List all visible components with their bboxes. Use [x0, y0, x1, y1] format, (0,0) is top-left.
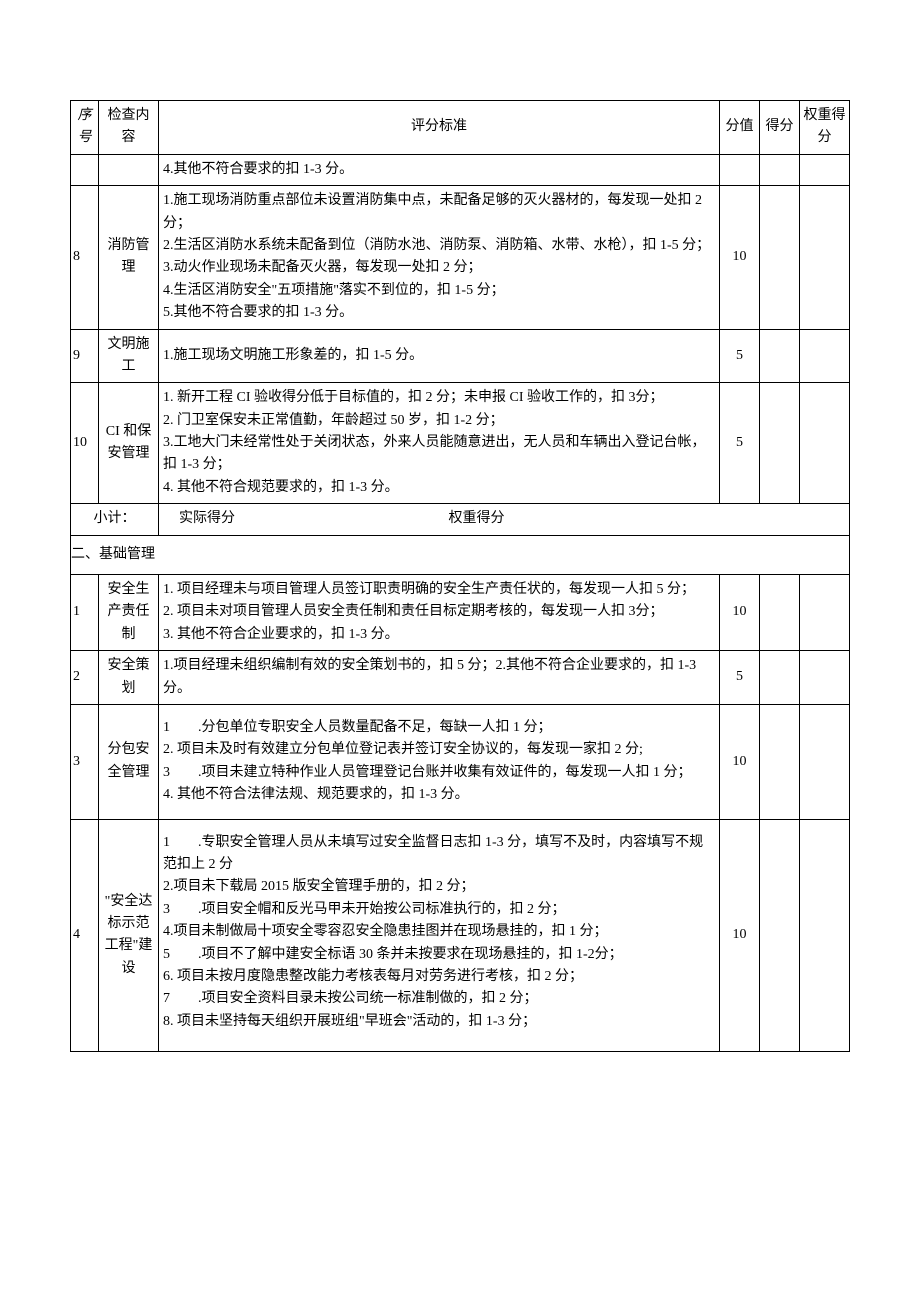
cell-score: 10 — [720, 819, 760, 1052]
cell-score: 5 — [720, 329, 760, 383]
cell-criteria: 1. 项目经理未与项目管理人员签订职责明确的安全生产责任状的，每发现一人扣 5 … — [159, 575, 720, 651]
cell-weight — [800, 704, 850, 819]
cell-seq — [71, 154, 99, 185]
cell-seq: 2 — [71, 651, 99, 705]
cell-got — [760, 651, 800, 705]
cell-weight — [800, 154, 850, 185]
cell-got — [760, 575, 800, 651]
cell-score: 5 — [720, 651, 760, 705]
table-row: 2 安全策划 1.项目经理未组织编制有效的安全策划书的，扣 5 分；2.其他不符… — [71, 651, 850, 705]
cell-criteria: 1 .专职安全管理人员从未填写过安全监督日志扣 1-3 分，填写不及时，内容填写… — [159, 819, 720, 1052]
cell-criteria: 1. 新开工程 CI 验收得分低于目标值的，扣 2 分；未申报 CI 验收工作的… — [159, 383, 720, 504]
cell-got — [760, 186, 800, 329]
cell-seq: 3 — [71, 704, 99, 819]
header-seq: 序号 — [71, 101, 99, 155]
table-row: 10 CI 和保安管理 1. 新开工程 CI 验收得分低于目标值的，扣 2 分；… — [71, 383, 850, 504]
cell-item: "安全达标示范工程"建设 — [99, 819, 159, 1052]
section-title: 二、基础管理 — [71, 535, 850, 574]
cell-criteria: 1.项目经理未组织编制有效的安全策划书的，扣 5 分；2.其他不符合企业要求的，… — [159, 651, 720, 705]
cell-seq: 8 — [71, 186, 99, 329]
cell-score: 10 — [720, 186, 760, 329]
cell-item: 消防管理 — [99, 186, 159, 329]
header-criteria: 评分标准 — [159, 101, 720, 155]
subtotal-content: 实际得分 权重得分 — [159, 504, 850, 535]
subtotal-weight: 权重得分 — [449, 508, 505, 530]
cell-item: CI 和保安管理 — [99, 383, 159, 504]
cell-score: 5 — [720, 383, 760, 504]
header-got: 得分 — [760, 101, 800, 155]
cell-criteria: 1.施工现场文明施工形象差的，扣 1-5 分。 — [159, 329, 720, 383]
table-row: 4.其他不符合要求的扣 1-3 分。 — [71, 154, 850, 185]
cell-weight — [800, 651, 850, 705]
cell-seq: 10 — [71, 383, 99, 504]
cell-item — [99, 154, 159, 185]
header-score: 分值 — [720, 101, 760, 155]
cell-item: 安全策划 — [99, 651, 159, 705]
table-row: 9 文明施工 1.施工现场文明施工形象差的，扣 1-5 分。 5 — [71, 329, 850, 383]
table-row: 8 消防管理 1.施工现场消防重点部位未设置消防集中点，未配备足够的灭火器材的，… — [71, 186, 850, 329]
cell-got — [760, 819, 800, 1052]
cell-weight — [800, 329, 850, 383]
subtotal-label: 小计： — [71, 504, 159, 535]
table-row: 4 "安全达标示范工程"建设 1 .专职安全管理人员从未填写过安全监督日志扣 1… — [71, 819, 850, 1052]
cell-seq: 1 — [71, 575, 99, 651]
cell-seq: 9 — [71, 329, 99, 383]
cell-score — [720, 154, 760, 185]
table-row: 1 安全生产责任制 1. 项目经理未与项目管理人员签订职责明确的安全生产责任状的… — [71, 575, 850, 651]
cell-got — [760, 329, 800, 383]
cell-item: 文明施工 — [99, 329, 159, 383]
cell-got — [760, 704, 800, 819]
cell-got — [760, 383, 800, 504]
cell-score: 10 — [720, 704, 760, 819]
cell-criteria: 1 .分包单位专职安全人员数量配备不足，每缺一人扣 1 分； 2. 项目未及时有… — [159, 704, 720, 819]
subtotal-row: 小计： 实际得分 权重得分 — [71, 504, 850, 535]
table-row: 3 分包安全管理 1 .分包单位专职安全人员数量配备不足，每缺一人扣 1 分； … — [71, 704, 850, 819]
subtotal-actual: 实际得分 — [179, 508, 235, 530]
cell-criteria: 1.施工现场消防重点部位未设置消防集中点，未配备足够的灭火器材的，每发现一处扣 … — [159, 186, 720, 329]
cell-weight — [800, 383, 850, 504]
section-header-row: 二、基础管理 — [71, 535, 850, 574]
cell-weight — [800, 575, 850, 651]
table-header-row: 序号 检查内容 评分标准 分值 得分 权重得分 — [71, 101, 850, 155]
inspection-table: 序号 检查内容 评分标准 分值 得分 权重得分 4.其他不符合要求的扣 1-3 … — [70, 100, 850, 1052]
cell-weight — [800, 186, 850, 329]
cell-got — [760, 154, 800, 185]
cell-seq: 4 — [71, 819, 99, 1052]
cell-item: 安全生产责任制 — [99, 575, 159, 651]
cell-item: 分包安全管理 — [99, 704, 159, 819]
cell-score: 10 — [720, 575, 760, 651]
header-item: 检查内容 — [99, 101, 159, 155]
cell-criteria: 4.其他不符合要求的扣 1-3 分。 — [159, 154, 720, 185]
header-weight: 权重得分 — [800, 101, 850, 155]
cell-weight — [800, 819, 850, 1052]
